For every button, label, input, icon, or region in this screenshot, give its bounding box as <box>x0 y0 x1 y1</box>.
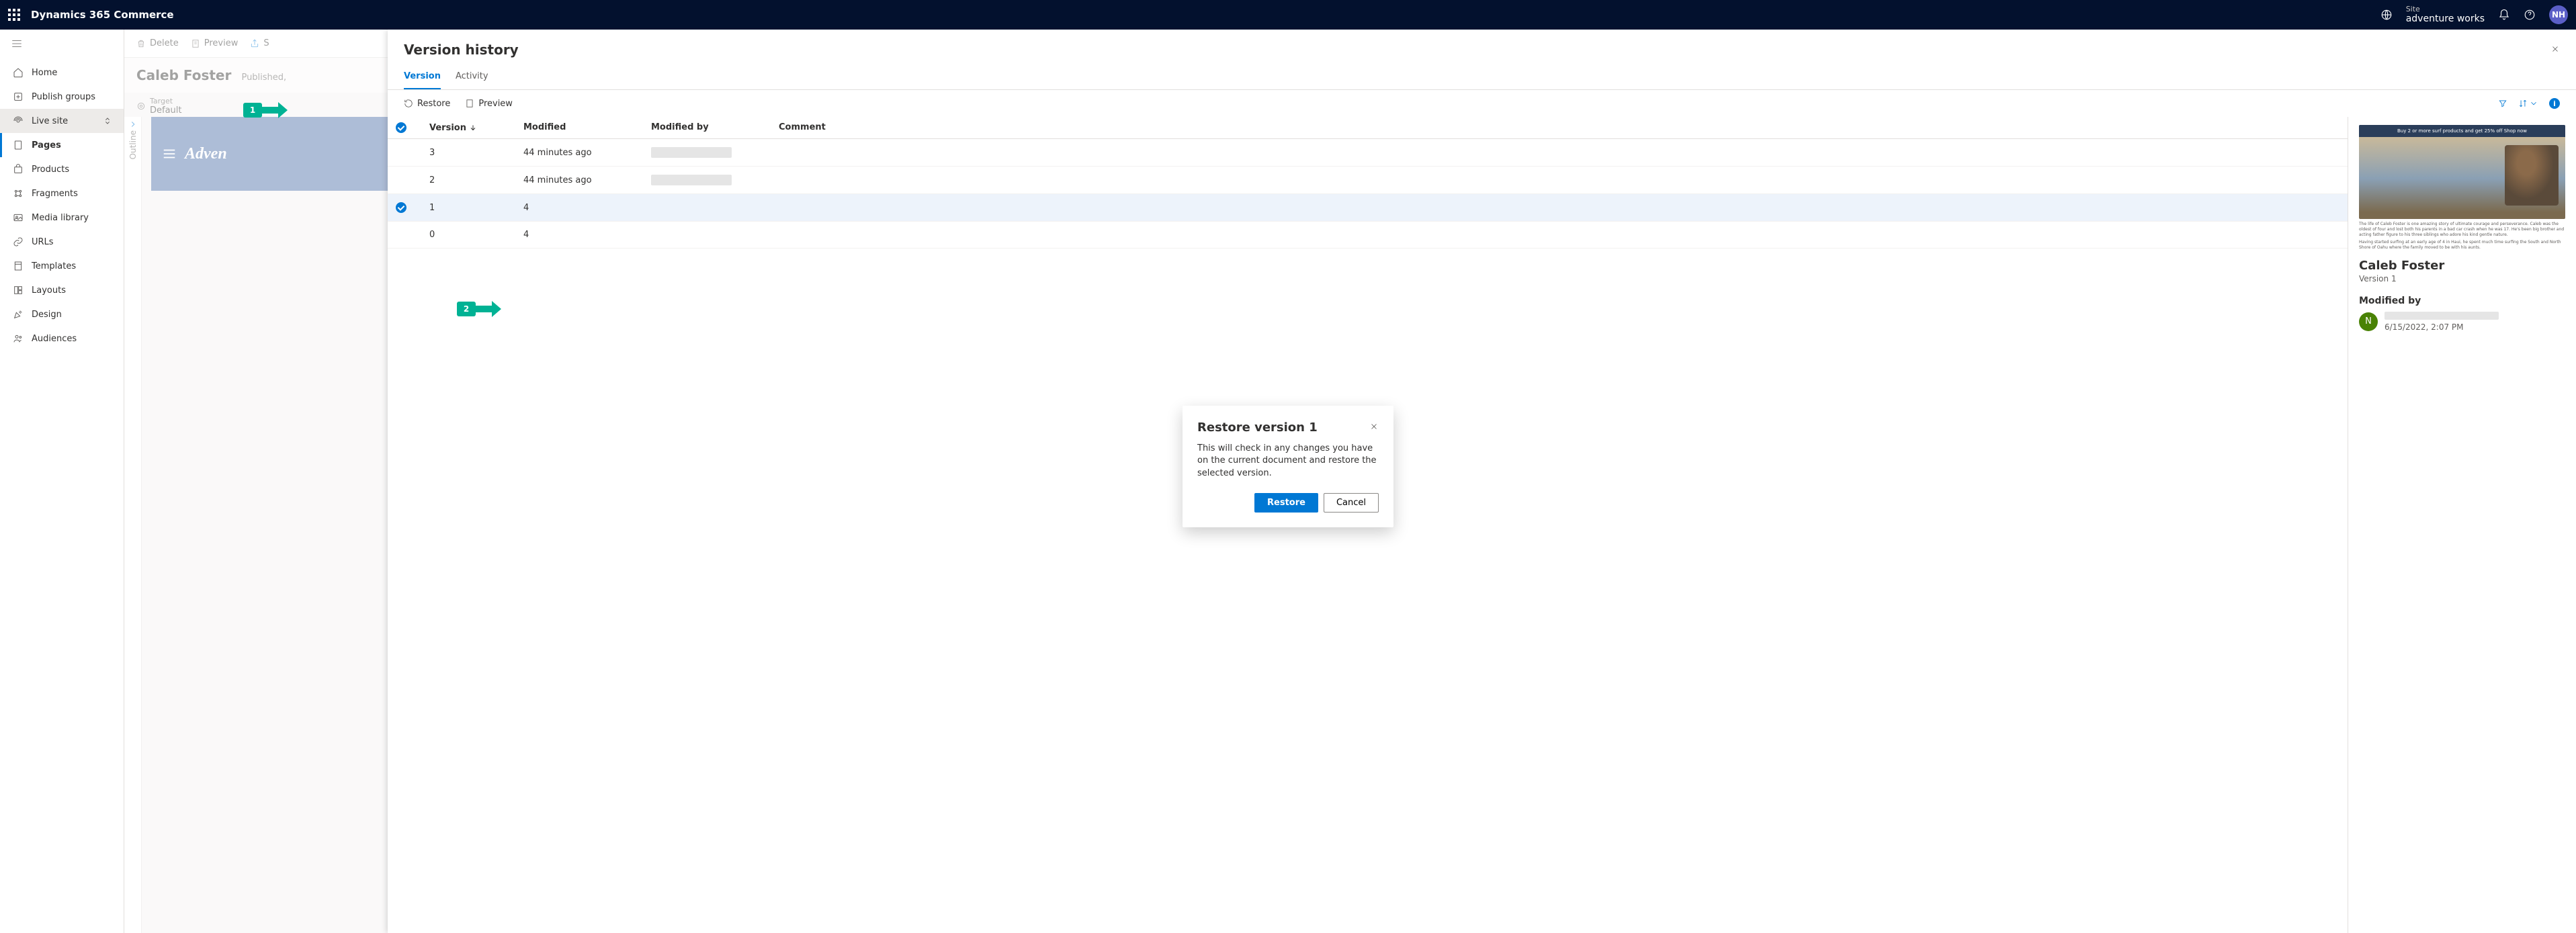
arrow-icon <box>262 101 289 120</box>
restore-dialog: Restore version 1 This will check in any… <box>1183 406 1393 527</box>
callout-2: 2 <box>457 300 503 318</box>
dialog-body: This will check in any changes you have … <box>1197 443 1379 480</box>
dialog-title: Restore version 1 <box>1197 420 1318 435</box>
close-icon <box>1369 422 1379 431</box>
arrow-icon <box>476 300 503 318</box>
callout-badge: 2 <box>457 302 476 316</box>
dialog-cancel-button[interactable]: Cancel <box>1324 493 1379 513</box>
callout-badge: 1 <box>243 103 262 118</box>
dialog-close-button[interactable] <box>1369 421 1379 434</box>
dialog-restore-button[interactable]: Restore <box>1254 493 1318 513</box>
callout-1: 1 <box>243 101 289 120</box>
modal-backdrop: Restore version 1 This will check in any… <box>0 0 2576 933</box>
